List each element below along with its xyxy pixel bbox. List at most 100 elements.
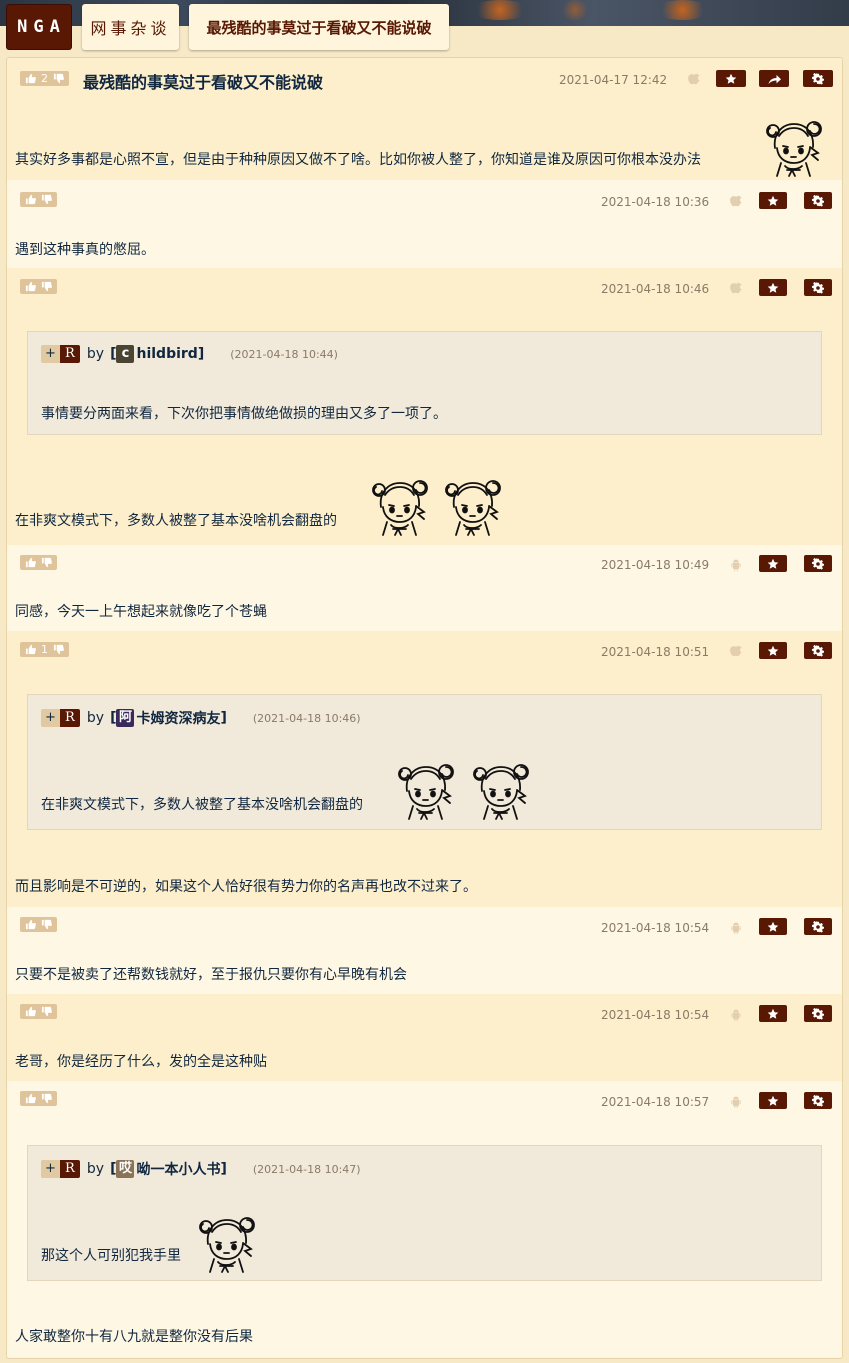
thumbs-down-icon[interactable] (41, 194, 52, 205)
gear-icon (812, 558, 824, 570)
quote-author-link[interactable]: [哎呦一本小人书] (110, 1159, 227, 1179)
manage-button[interactable] (804, 192, 832, 209)
star-icon (767, 282, 779, 294)
favorite-button[interactable] (759, 642, 787, 659)
share-button[interactable] (759, 70, 789, 87)
quote-author-link[interactable]: [阿卡姆资深病友] (110, 708, 227, 728)
author-name: 呦一本小人书 (136, 1162, 221, 1178)
star-icon (767, 1095, 779, 1107)
favorite-button[interactable] (759, 279, 787, 296)
star-icon (767, 1008, 779, 1020)
quote-time: (2021-04-18 10:44) (230, 347, 338, 361)
thumbs-down-icon[interactable] (41, 557, 52, 568)
vote-widget[interactable] (20, 917, 57, 932)
post-date: 2021-04-18 10:54 (601, 1008, 710, 1022)
favorite-button[interactable] (759, 192, 787, 209)
quote-block: + R by [c hildbird] (2021-04-18 10:44) 事情… (27, 331, 822, 435)
quote-reply-button[interactable]: R (59, 345, 80, 363)
quote-expand-button[interactable]: + (41, 345, 60, 363)
post-7: 2021-04-18 10:57 + R by [哎呦一本小人书] (2021-… (7, 1081, 842, 1357)
post-0: 2 最残酷的事莫过于看破又不能说破 2021-04-17 12:42 其实好多事… (7, 58, 842, 180)
post-1: 2021-04-18 10:36 遇到这种事真的憋屈。 (7, 180, 842, 268)
emoticon-sticker (367, 473, 437, 537)
breadcrumb-topic[interactable]: 最残酷的事莫过于看破又不能说破 (189, 4, 449, 50)
thread-container: 2 最残酷的事莫过于看破又不能说破 2021-04-17 12:42 其实好多事… (6, 57, 843, 1359)
emoticon-sticker (393, 757, 463, 821)
thumbs-down-icon[interactable] (53, 644, 64, 655)
share-arrow-icon (767, 73, 782, 85)
vote-widget[interactable]: 1 (20, 642, 69, 657)
post-content: 人家敢整你十有八九就是整你没有后果 (15, 1329, 253, 1345)
quote-author-link[interactable]: [c hildbird] (110, 345, 204, 363)
quote-expand-button[interactable]: + (41, 1160, 60, 1178)
quote-header: + R by [c hildbird] (2021-04-18 10:44) (41, 345, 338, 363)
post-content: 老哥，你是经历了什么，发的全是这种贴 (15, 1054, 267, 1070)
vote-count: 1 (41, 643, 48, 656)
vote-widget[interactable]: 2 (20, 71, 69, 86)
quote-reply-button[interactable]: R (59, 709, 80, 727)
gear-icon (812, 73, 824, 85)
star-icon (725, 73, 737, 85)
gear-icon (812, 921, 824, 933)
vote-widget[interactable] (20, 279, 57, 294)
thumbs-up-icon[interactable] (25, 644, 36, 655)
quote-expand-button[interactable]: + (41, 709, 60, 727)
quote-header: + R by [哎呦一本小人书] (2021-04-18 10:47) (41, 1159, 361, 1179)
android-icon (730, 921, 742, 935)
vote-widget[interactable] (20, 1091, 57, 1106)
thumbs-down-icon[interactable] (41, 281, 52, 292)
manage-button[interactable] (804, 642, 832, 659)
favorite-button[interactable] (759, 918, 787, 935)
thumbs-up-icon[interactable] (25, 1006, 36, 1017)
post-date: 2021-04-18 10:51 (601, 645, 710, 659)
quote-reply-button[interactable]: R (59, 1160, 80, 1178)
thumbs-down-icon[interactable] (41, 1093, 52, 1104)
favorite-button[interactable] (759, 1092, 787, 1109)
gear-icon (812, 1008, 824, 1020)
apple-icon (730, 645, 742, 659)
breadcrumb-forum[interactable]: 网事杂谈 (82, 4, 179, 50)
post-date: 2021-04-18 10:46 (601, 282, 710, 296)
emoticon-sticker (440, 473, 510, 537)
vote-widget[interactable] (20, 1004, 57, 1019)
thumbs-down-icon[interactable] (41, 1006, 52, 1017)
manage-button[interactable] (804, 555, 832, 572)
thumbs-up-icon[interactable] (25, 73, 36, 84)
thumbs-up-icon[interactable] (25, 557, 36, 568)
star-icon (767, 558, 779, 570)
quote-by-label: by (86, 346, 105, 362)
author-name: 卡姆资深病友 (136, 711, 221, 727)
post-content: 而且影响是不可逆的，如果这个人恰好很有势力你的名声再也改不过来了。 (15, 879, 477, 895)
apple-icon (730, 195, 742, 209)
nga-logo-button[interactable]: NGA (6, 4, 72, 50)
android-icon (730, 558, 742, 572)
vote-widget[interactable] (20, 555, 57, 570)
apple-icon (730, 282, 742, 296)
apple-icon (688, 73, 700, 87)
emoticon-sticker (468, 757, 538, 821)
manage-button[interactable] (804, 1092, 832, 1109)
thumbs-down-icon[interactable] (41, 919, 52, 930)
thumbs-down-icon[interactable] (53, 73, 64, 84)
thumbs-up-icon[interactable] (25, 1093, 36, 1104)
post-date: 2021-04-17 12:42 (559, 73, 668, 87)
manage-button[interactable] (804, 918, 832, 935)
favorite-button[interactable] (759, 1005, 787, 1022)
thumbs-up-icon[interactable] (25, 194, 36, 205)
favorite-button[interactable] (759, 555, 787, 572)
post-content: 其实好多事都是心照不宣，但是由于种种原因又做不了啥。比如你被人整了，你知道是谁及… (15, 152, 701, 168)
vote-widget[interactable] (20, 192, 57, 207)
manage-button[interactable] (803, 70, 833, 87)
android-icon (730, 1008, 742, 1022)
favorite-button[interactable] (716, 70, 746, 87)
manage-button[interactable] (804, 1005, 832, 1022)
post-4: 1 2021-04-18 10:51 + R by [阿卡姆资深病友] (202… (7, 631, 842, 907)
author-initial-badge: c (116, 345, 135, 363)
thumbs-up-icon[interactable] (25, 281, 36, 292)
android-icon (730, 1095, 742, 1109)
manage-button[interactable] (804, 279, 832, 296)
gear-icon (812, 195, 824, 207)
thumbs-up-icon[interactable] (25, 919, 36, 930)
star-icon (767, 195, 779, 207)
quote-time: (2021-04-18 10:46) (252, 711, 361, 725)
